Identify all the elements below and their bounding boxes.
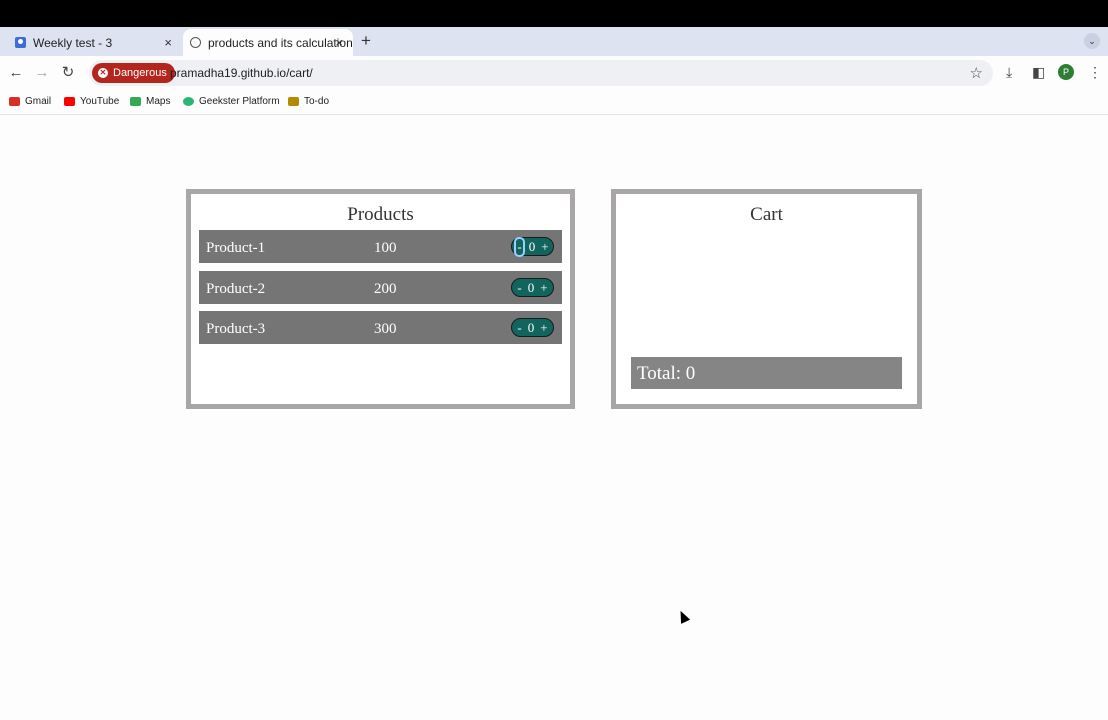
address-bar[interactable]: ✕ Dangerous pramadha19.github.io/cart/ ☆ [89, 60, 993, 86]
bookmark-todo[interactable]: To-do [288, 96, 329, 107]
quantity-stepper: - 0 + [511, 236, 554, 257]
tab-weekly-test[interactable]: Weekly test - 3 × [8, 29, 182, 56]
profile-avatar[interactable]: P [1058, 64, 1074, 80]
side-panel-icon[interactable]: ◧ [1032, 64, 1045, 81]
product-price: 100 [374, 240, 397, 256]
increment-button[interactable]: + [540, 320, 547, 336]
decrement-button[interactable]: - [517, 280, 521, 296]
youtube-icon [64, 97, 75, 106]
danger-icon: ✕ [98, 68, 108, 78]
bookmark-maps[interactable]: Maps [130, 96, 170, 107]
quantity-value: 0 [527, 319, 535, 335]
products-panel: Products Product-1 100 - 0 + Product-2 2… [186, 189, 575, 409]
todo-icon [288, 97, 299, 106]
bookmark-star-icon[interactable]: ☆ [970, 64, 983, 82]
product-price: 200 [374, 281, 397, 297]
gmail-icon [9, 97, 20, 106]
download-icon[interactable]: ⤓ [1006, 64, 1012, 81]
menu-icon[interactable]: ⋮ [1088, 64, 1102, 81]
close-icon[interactable]: × [164, 35, 172, 50]
increment-button[interactable]: + [541, 239, 548, 255]
product-row: Product-2 200 - 0 + [199, 271, 562, 304]
product-row: Product-1 100 - 0 + [199, 230, 562, 263]
quantity-value: 0 [527, 279, 535, 295]
quantity-stepper: - 0 + [511, 318, 554, 337]
tab-strip: Weekly test - 3 × products and its calcu… [0, 27, 1108, 56]
quantity-value: 0 [528, 238, 536, 254]
product-name: Product-2 [206, 281, 266, 297]
tab-favicon-icon [15, 37, 26, 48]
browser-toolbar: ← → ↻ ✕ Dangerous pramadha19.github.io/c… [0, 56, 1108, 90]
back-button[interactable]: ← [6, 63, 26, 83]
cart-total: Total: 0 [631, 357, 902, 389]
security-label: Dangerous [113, 67, 167, 79]
close-icon[interactable]: × [335, 35, 343, 50]
maps-icon [130, 97, 141, 106]
cart-panel: Cart Total: 0 [611, 189, 922, 409]
tab-products[interactable]: products and its calculation × [183, 29, 353, 56]
products-title: Products [347, 204, 414, 225]
product-row: Product-3 300 - 0 + [199, 311, 562, 344]
bookmark-geekster[interactable]: Geekster Platform [183, 96, 280, 107]
cart-title: Cart [750, 204, 783, 225]
bookmark-youtube[interactable]: YouTube [64, 96, 119, 107]
decrement-button[interactable]: - [514, 236, 525, 257]
quantity-stepper: - 0 + [511, 278, 554, 297]
product-price: 300 [374, 321, 397, 337]
tab-title: products and its calculation [208, 35, 353, 50]
url-text[interactable]: pramadha19.github.io/cart/ [170, 66, 313, 80]
bookmark-gmail[interactable]: Gmail [9, 96, 51, 107]
product-name: Product-1 [206, 240, 266, 256]
tab-search-icon[interactable]: ⌄ [1084, 33, 1100, 49]
forward-button[interactable]: → [32, 63, 52, 83]
bookmarks-bar: Gmail YouTube Maps Geekster Platform To-… [0, 90, 1108, 115]
reload-button[interactable]: ↻ [58, 63, 78, 83]
globe-icon [190, 37, 201, 48]
security-warning-chip[interactable]: ✕ Dangerous [92, 63, 175, 83]
tab-title: Weekly test - 3 [33, 35, 113, 50]
new-tab-button[interactable]: + [361, 32, 371, 50]
increment-button[interactable]: + [540, 280, 547, 296]
browser-window: Weekly test - 3 × products and its calcu… [0, 27, 1108, 720]
decrement-button[interactable]: - [517, 320, 521, 336]
product-name: Product-3 [206, 321, 266, 337]
geekster-icon [183, 97, 194, 106]
page-content: Products Product-1 100 - 0 + Product-2 2… [0, 116, 1108, 720]
